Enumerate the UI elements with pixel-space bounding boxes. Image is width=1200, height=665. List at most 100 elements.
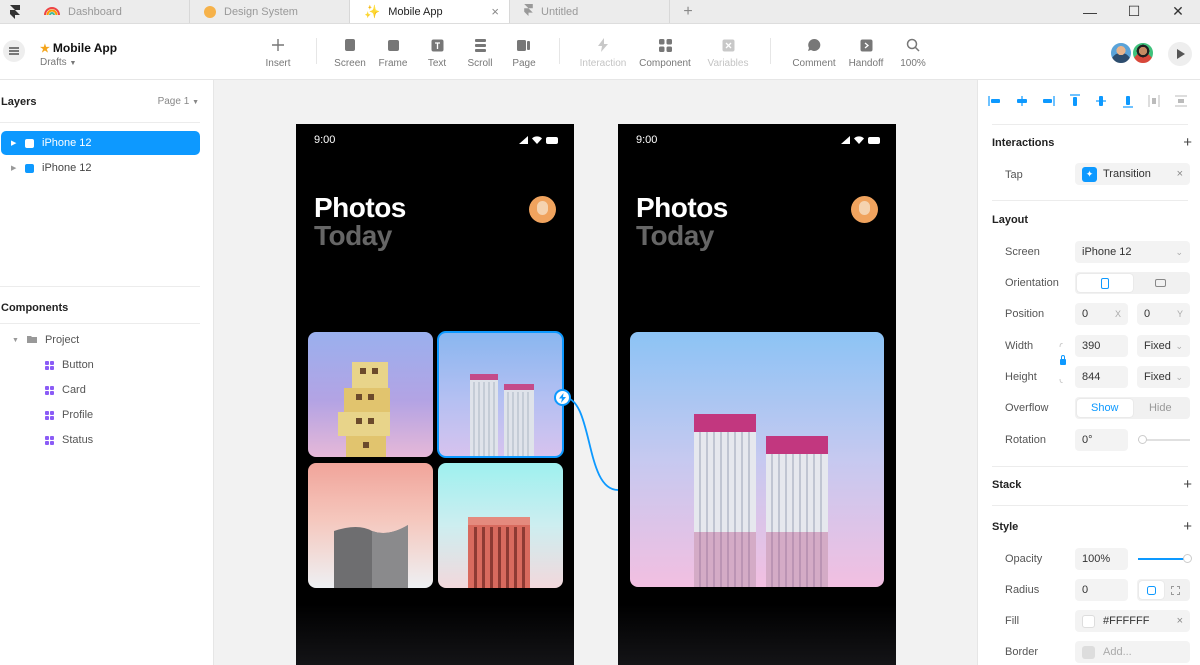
landscape-icon[interactable]	[1133, 274, 1189, 292]
tab-mobile-app[interactable]: ✨ Mobile App ×	[350, 0, 510, 23]
layer-label: iPhone 12	[42, 162, 92, 174]
project-location[interactable]: Drafts ▼	[40, 57, 117, 68]
border-swatch[interactable]	[1082, 645, 1095, 659]
star-icon[interactable]: ★	[40, 42, 50, 55]
photo-tile[interactable]	[438, 463, 563, 588]
radius-input[interactable]: 0	[1075, 579, 1128, 601]
align-center-h-icon[interactable]	[1015, 94, 1029, 108]
tap-transition-field[interactable]: ✦ Transition ×	[1075, 163, 1190, 185]
phone-frame[interactable]: 9:00 Photos Today	[296, 124, 574, 665]
fill-input[interactable]: #FFFFFF ×	[1075, 610, 1190, 632]
right-panel: Interactions + Tap ✦ Transition × Layout…	[977, 80, 1200, 665]
radius-all-icon[interactable]	[1139, 581, 1164, 599]
comment-button[interactable]: Comment	[787, 36, 841, 69]
tab-dashboard[interactable]: Dashboard	[30, 0, 190, 23]
photo-detail[interactable]	[630, 332, 884, 587]
caret-right-icon[interactable]: ▶	[11, 139, 17, 147]
insert-button[interactable]: Insert	[251, 36, 305, 69]
page-selector[interactable]: Page 1 ▼	[158, 96, 199, 107]
overflow-toggle[interactable]: Show Hide	[1075, 397, 1190, 419]
align-left-icon[interactable]	[988, 94, 1002, 108]
position-x-input[interactable]: 0X	[1075, 303, 1128, 325]
phone-bottom-fade	[618, 604, 896, 665]
play-icon	[1176, 49, 1185, 59]
caret-right-icon[interactable]: ▶	[11, 164, 17, 172]
orientation-toggle[interactable]	[1075, 272, 1190, 294]
add-interaction-icon[interactable]: +	[1183, 134, 1192, 151]
overflow-show-option[interactable]: Show	[1077, 399, 1133, 417]
variables-icon	[701, 36, 755, 54]
screen-select[interactable]: iPhone 12 ⌄	[1075, 241, 1190, 263]
preview-button[interactable]	[1168, 42, 1192, 66]
rotation-slider[interactable]	[1138, 435, 1190, 444]
maximize-icon[interactable]: ☐	[1112, 0, 1156, 23]
align-top-icon[interactable]	[1068, 94, 1082, 108]
layer-item[interactable]: ▶ iPhone 12	[1, 131, 200, 155]
lock-icon[interactable]	[1058, 343, 1068, 383]
remove-icon[interactable]: ×	[1177, 615, 1183, 627]
profile-avatar[interactable]	[529, 196, 556, 223]
tab-untitled[interactable]: Untitled	[510, 0, 670, 23]
close-icon[interactable]: ×	[491, 4, 499, 19]
canvas[interactable]: 9:00 Photos Today 9:00 Photos Today	[214, 80, 977, 665]
rotation-input[interactable]: 0°	[1075, 429, 1128, 451]
opacity-input[interactable]: 100%	[1075, 548, 1128, 570]
layer-item[interactable]: ▶ iPhone 12	[1, 156, 200, 180]
align-right-icon[interactable]	[1041, 94, 1055, 108]
variables-button[interactable]: Variables	[701, 36, 755, 69]
align-center-v-icon[interactable]	[1094, 94, 1108, 108]
avatar[interactable]	[1109, 41, 1133, 65]
phone-bottom-fade	[296, 604, 574, 665]
width-input[interactable]: 390	[1075, 335, 1128, 357]
handoff-button[interactable]: Handoff	[839, 36, 893, 69]
position-y-input[interactable]: 0Y	[1137, 303, 1190, 325]
width-mode-value: Fixed	[1144, 340, 1171, 352]
tool-label: Handoff	[848, 58, 884, 69]
rainbow-icon	[44, 4, 60, 19]
width-mode-select[interactable]: Fixed ⌄	[1137, 335, 1190, 357]
menu-button[interactable]	[3, 40, 25, 62]
photo-tile[interactable]	[308, 332, 433, 457]
project-info[interactable]: ★ Mobile App Drafts ▼	[40, 41, 117, 68]
rotation-slider-handle[interactable]	[1138, 435, 1147, 444]
add-stack-icon[interactable]: +	[1183, 476, 1192, 493]
component-item[interactable]: Card	[45, 384, 86, 396]
radius-individual-icon[interactable]	[1164, 581, 1189, 599]
fill-swatch[interactable]	[1082, 614, 1095, 628]
distribute-h-icon[interactable]	[1147, 94, 1161, 108]
minimize-icon[interactable]: —	[1068, 0, 1112, 23]
new-tab-button[interactable]: +	[670, 0, 706, 23]
height-input[interactable]: 844	[1075, 366, 1128, 388]
interaction-node[interactable]	[554, 389, 571, 406]
style-title: Style	[992, 521, 1019, 533]
profile-avatar[interactable]	[851, 196, 878, 223]
border-input[interactable]: Add...	[1075, 641, 1190, 663]
tab-label: Design System	[224, 5, 298, 18]
photo-tile[interactable]	[308, 463, 433, 588]
zoom-button[interactable]: 100%	[886, 36, 940, 69]
align-bottom-icon[interactable]	[1121, 94, 1135, 108]
opacity-slider-handle[interactable]	[1183, 554, 1192, 563]
component-item[interactable]: Profile	[45, 409, 93, 421]
component-item[interactable]: Button	[45, 359, 94, 371]
page-button[interactable]: Page	[497, 36, 551, 69]
remove-icon[interactable]: ×	[1177, 168, 1183, 180]
photo-tile-selected[interactable]	[437, 331, 564, 458]
interaction-button[interactable]: Interaction	[576, 36, 630, 69]
distribute-v-icon[interactable]	[1174, 94, 1188, 108]
avatar[interactable]	[1131, 41, 1155, 65]
alignment-toolbar	[988, 94, 1188, 108]
component-item[interactable]: Status	[45, 434, 93, 446]
components-folder[interactable]: ▼ Project	[12, 334, 79, 346]
close-window-icon[interactable]: ✕	[1156, 0, 1200, 23]
portrait-icon[interactable]	[1077, 274, 1133, 292]
phone-frame[interactable]: 9:00 Photos Today	[618, 124, 896, 665]
overflow-hide-option[interactable]: Hide	[1133, 399, 1189, 417]
height-mode-select[interactable]: Fixed ⌄	[1137, 366, 1190, 388]
framer-logo-icon[interactable]	[0, 0, 30, 23]
component-button[interactable]: Component	[638, 36, 692, 69]
radius-mode-toggle[interactable]	[1137, 579, 1190, 601]
tab-design-system[interactable]: Design System	[190, 0, 350, 23]
add-style-icon[interactable]: +	[1183, 518, 1192, 535]
opacity-slider[interactable]	[1138, 554, 1192, 563]
